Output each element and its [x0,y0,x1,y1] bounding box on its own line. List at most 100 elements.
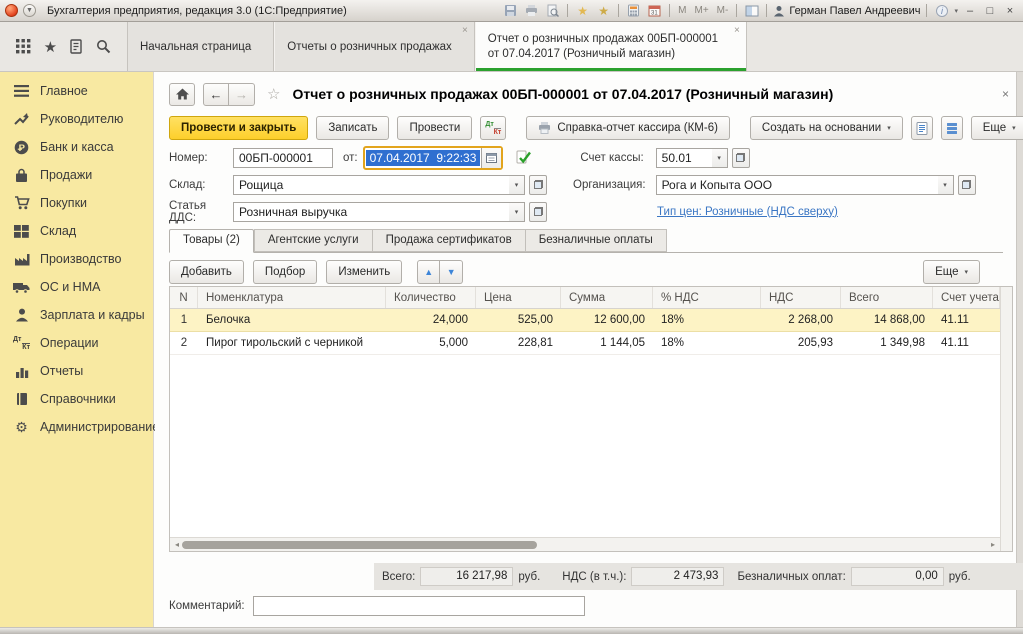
col-total[interactable]: Всего [841,287,933,308]
col-vat[interactable]: НДС [761,287,841,308]
calendar-picker-button[interactable] [481,148,501,168]
print-forms-button[interactable] [911,116,933,140]
open-button[interactable] [529,202,547,222]
organization-input[interactable] [656,175,938,195]
calculator-icon[interactable] [625,3,642,19]
save-button[interactable]: Записать [316,116,389,140]
registers-button[interactable] [941,116,963,140]
close-window-button[interactable]: × [1002,3,1018,18]
move-up-button[interactable]: ▲ [417,260,440,284]
sidebar-item-reports[interactable]: Отчеты [0,357,153,385]
tab-retail-sales-list[interactable]: Отчеты о розничных продажах × [274,22,475,71]
col-vat-rate[interactable]: % НДС [653,287,761,308]
col-price[interactable]: Цена [476,287,561,308]
close-tab-icon[interactable]: × [734,25,740,36]
split-window-icon[interactable] [743,3,760,19]
tab-goods[interactable]: Товары (2) [169,229,254,253]
scroll-left-icon[interactable]: ◂ [172,540,182,549]
table-row[interactable]: 1 Белочка 24,000 525,00 12 600,00 18% 2 … [170,309,1000,332]
cashier-report-button[interactable]: Справка-отчет кассира (КМ-6) [526,116,730,140]
dropdown-button[interactable]: ▾ [509,175,525,195]
date-input[interactable]: 07.04.2017 9:22:33 [363,146,504,170]
add-row-button[interactable]: Добавить [169,260,244,284]
close-tab-icon[interactable]: × [462,25,468,36]
show-postings-button[interactable]: ДтКт [480,116,506,140]
open-button[interactable] [732,148,750,168]
maximize-button[interactable]: □ [982,3,998,18]
back-button[interactable]: ← [203,83,229,106]
open-button[interactable] [958,175,976,195]
cashflow-item-input[interactable] [233,202,509,222]
col-n[interactable]: N [170,287,198,308]
favorite-star-icon[interactable]: ☆ [267,85,280,103]
dropdown-button[interactable]: ▾ [938,175,954,195]
tab-retail-sales-report-document[interactable]: Отчет о розничных продажах 00БП-000001 о… [475,22,747,71]
calendar-icon[interactable]: 31 [646,3,663,19]
forward-button[interactable]: → [229,83,255,106]
horizontal-scrollbar[interactable]: ◂ ▸ [170,537,1000,551]
add-favorite-icon[interactable]: ★ [574,3,591,19]
vertical-scrollbar[interactable] [1000,287,1012,551]
create-based-on-button[interactable]: Создать на основании ▾ [750,116,903,140]
sidebar-item-sales[interactable]: Продажи [0,161,153,189]
favorites-icon[interactable]: ★ [595,3,612,19]
favorites-star-icon[interactable]: ★ [44,38,57,56]
history-icon[interactable] [69,39,83,54]
comment-input[interactable] [253,596,585,616]
current-user[interactable]: Герман Павел Андреевич [773,5,920,17]
chevron-down-icon: ▾ [887,124,891,132]
search-icon[interactable] [96,39,111,54]
sidebar-item-fixed-assets[interactable]: ОС и НМА [0,273,153,301]
scroll-right-icon[interactable]: ▸ [988,540,998,549]
dropdown-button[interactable]: ▾ [712,148,728,168]
tab-certificates[interactable]: Продажа сертификатов [372,229,525,252]
sidebar-item-bank-cash[interactable]: Р Банк и касса [0,133,153,161]
print-icon[interactable] [523,3,540,19]
close-form-icon[interactable]: × [1002,87,1009,101]
post-and-close-button[interactable]: Провести и закрыть [169,116,308,140]
number-input[interactable] [233,148,333,168]
price-type-link[interactable]: Тип цен: Розничные (НДС сверху) [657,206,838,218]
warehouse-input[interactable] [233,175,509,195]
table-row[interactable]: 2 Пирог тирольский с черникой 5,000 228,… [170,332,1000,355]
memory-minus-button[interactable]: M- [715,5,731,16]
trend-chart-icon [13,111,30,127]
post-button[interactable]: Провести [397,116,472,140]
sidebar-item-operations[interactable]: ДтКт Операции [0,329,153,357]
tab-cashless-payments[interactable]: Безналичные оплаты [525,229,667,252]
minimize-button[interactable]: – [962,3,978,18]
sidebar-item-payroll-hr[interactable]: Зарплата и кадры [0,301,153,329]
memory-plus-button[interactable]: M+ [693,5,711,16]
dropdown-button[interactable]: ▾ [509,202,525,222]
sidebar-item-directories[interactable]: Справочники [0,385,153,413]
main-menu-button[interactable]: ▼ [23,4,36,17]
total-value: 16 217,98 [420,567,513,586]
print-preview-icon[interactable] [544,3,561,19]
grid-more-button[interactable]: Еще ▾ [923,260,980,284]
pick-button[interactable]: Подбор [253,260,318,284]
info-icon[interactable]: i [933,3,950,19]
sidebar-item-administration[interactable]: ⚙ Администрирование [0,413,153,441]
more-button[interactable]: Еще ▾ [971,116,1023,140]
col-sum[interactable]: Сумма [561,287,653,308]
edit-button[interactable]: Изменить [326,260,402,284]
save-icon[interactable] [502,3,519,19]
sidebar-item-main[interactable]: Главное [0,77,153,105]
cash-account-input[interactable] [656,148,712,168]
open-button[interactable] [529,175,547,195]
scrollbar-thumb[interactable] [182,541,537,549]
chevron-down-icon[interactable]: ▾ [954,7,958,15]
sidebar-item-manager[interactable]: Руководителю [0,105,153,133]
home-button[interactable] [169,83,195,106]
sidebar-item-purchases[interactable]: Покупки [0,189,153,217]
col-quantity[interactable]: Количество [386,287,476,308]
sidebar-item-warehouse[interactable]: Склад [0,217,153,245]
col-account[interactable]: Счет учета [933,287,1000,308]
all-sections-icon[interactable] [16,39,31,54]
tab-agent-services[interactable]: Агентские услуги [254,229,372,252]
col-nomenclature[interactable]: Номенклатура [198,287,386,308]
move-down-button[interactable]: ▼ [440,260,463,284]
sidebar-item-production[interactable]: Производство [0,245,153,273]
memory-recall-button[interactable]: M [676,5,688,16]
tab-home-page[interactable]: Начальная страница [127,22,274,71]
